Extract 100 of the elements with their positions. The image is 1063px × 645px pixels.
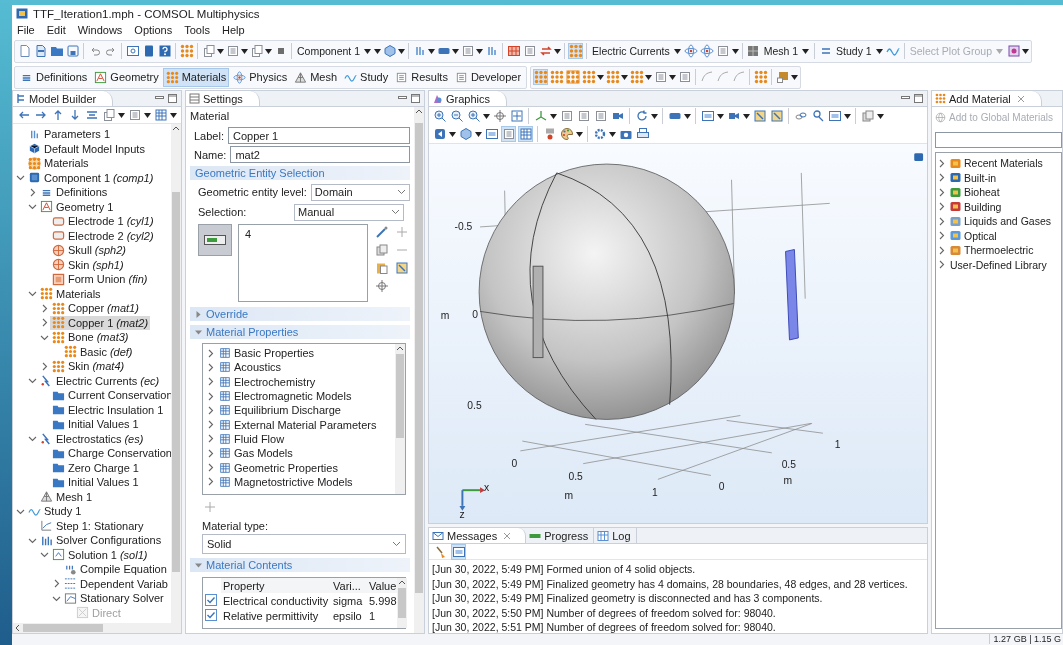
property-group[interactable]: Gas Models [234,447,293,460]
tree-item[interactable]: Bone (mat3) [50,330,131,345]
label-field[interactable]: Copper 1 [228,127,410,144]
axis-label: 1 [834,438,841,450]
ribbon-tab[interactable]: Geometry [91,67,162,87]
column-header[interactable]: Property [221,578,331,593]
library-item[interactable]: Building [964,200,1002,213]
menu-item[interactable]: Tools [183,24,211,36]
library-item[interactable]: Optical [964,229,997,242]
dropdown[interactable]: Manual [294,203,404,221]
property-group[interactable]: Basic Properties [234,347,315,360]
ribbon-tab[interactable]: Definitions [17,67,91,87]
tree-item[interactable]: Materials [38,286,103,301]
menu-item[interactable]: File [16,24,36,36]
tree-item[interactable]: Electric Currents (ec) [38,373,162,388]
library-item[interactable]: User-Defined Library [950,258,1047,271]
tree-item[interactable]: Initial Values 1 [50,475,141,490]
property-group[interactable]: Fluid Flow [234,432,285,445]
panel-tab[interactable]: Messages [429,528,527,543]
tree-item[interactable]: Step 1: Stationary [38,518,146,533]
tree-item[interactable]: Current Conservation [50,388,171,403]
panel-tab[interactable]: Progress [526,528,595,543]
dropdown[interactable]: Solid [202,534,406,554]
column-header[interactable]: Vari... [331,578,367,593]
selection-list[interactable]: 4 [237,224,368,302]
tree-item[interactable]: Compile Equation [62,562,169,577]
axis-label: 0 [718,481,725,493]
tree-item[interactable]: Component 1 (comp1) [26,170,156,185]
name-field[interactable]: mat2 [230,146,410,163]
field-label: Material type: [201,519,270,534]
library-item[interactable]: Built-in [964,171,997,184]
section-header[interactable]: Material Contents [190,558,410,572]
tree-item[interactable]: Skull (sph2) [50,243,129,258]
field-label: Selection: [198,206,248,218]
property-group[interactable]: Equilibrium Discharge [234,404,341,417]
tree-item[interactable]: Form Union (fin) [50,272,150,287]
toolbar-dropdown[interactable]: Component 1 [295,42,374,60]
tree-item[interactable]: Materials [26,156,91,171]
section-title: Material [190,109,231,124]
column-header[interactable]: Value [367,578,397,593]
toolbar-dropdown[interactable]: Mesh 1 [761,42,812,60]
dropdown[interactable]: Domain [310,183,410,201]
log-message: [Jun 30, 2022, 5:49 PM] Formed union of 4 solid objects. [432,562,697,577]
axis-label: 0.5 [467,399,482,411]
tree-item[interactable]: Mesh 1 [38,489,95,504]
library-item[interactable]: Recent Materials [964,157,1043,170]
tree-item[interactable]: Skin (sph1) [50,257,126,272]
field-label: Name: [194,148,227,161]
menu-item[interactable]: Windows [76,24,124,36]
tree-item[interactable]: Geometry 1 [38,199,116,214]
ribbon-tab[interactable]: Study [341,67,392,87]
panel-tab[interactable]: Log [594,528,637,543]
tree-item[interactable]: Initial Values 1 [50,417,141,432]
table-cell-text: Electrical conductivity [222,594,330,607]
property-group[interactable]: Acoustics [234,361,282,374]
tree-item[interactable]: Study 1 [26,504,84,519]
tree-item[interactable]: Copper 1 (mat2) [50,315,151,330]
tree-item[interactable]: Charge Conservation [50,446,171,461]
property-group[interactable]: External Material Parameters [234,418,377,431]
tree-item[interactable]: Zero Charge 1 [50,460,141,475]
table-cell-text: Relative permittivity [222,609,320,622]
tree-item[interactable]: Default Model Inputs [26,141,147,156]
ribbon-tab[interactable]: Mesh [291,67,341,87]
tree-item[interactable]: Electrode 2 (cyl2) [50,228,156,243]
tree-item[interactable]: Skin (mat4) [50,359,127,374]
log-message: [Jun 30, 2022, 5:49 PM] Finalized geometry is disconnected and has 3 components. [432,591,824,606]
menu-item[interactable]: Options [133,24,174,36]
menu-item[interactable]: Edit [45,24,67,36]
library-item[interactable]: Thermoelectric [964,244,1034,257]
ribbon-tab[interactable]: Materials [162,67,230,87]
viewport[interactable]: -0.5 m 0 0.5 1 0 0.5 0.5 m 1 0 m x z [429,143,927,523]
tree-item[interactable]: Dependent Variab [62,576,170,591]
property-group[interactable]: Electromagnetic Models [234,390,352,403]
section-header[interactable]: Geometric Entity Selection [190,166,410,180]
tree-item[interactable]: Solver Configurations [38,533,164,548]
section-header[interactable]: Override [190,307,410,321]
tree-item[interactable]: Electric Insulation 1 [50,402,166,417]
toolbar-dropdown[interactable]: Study 1 [834,42,885,60]
tree-item[interactable]: Definitions [38,185,110,200]
ribbon-tab[interactable]: Developer [451,67,525,87]
section-header[interactable]: Material Properties [190,325,410,339]
tree-item[interactable]: Copper (mat1) [50,301,141,316]
property-group[interactable]: Magnetostrictive Models [234,475,353,488]
library-item[interactable]: Liquids and Gases [964,215,1051,228]
tree-item[interactable]: Electrode 1 (cyl1) [50,214,156,229]
tree-item[interactable]: Stationary Solver [62,591,166,606]
tree-item[interactable]: Solution 1 (sol1) [50,547,150,562]
tree-item[interactable]: Basic (def) [62,344,135,359]
property-group[interactable]: Geometric Properties [234,461,338,474]
tree-item[interactable]: Electrostatics (es) [38,431,146,446]
ribbon-tab[interactable]: Physics [230,67,291,87]
property-group[interactable]: Electrochemistry [234,375,316,388]
tree-item[interactable]: Parameters 1 [26,127,113,142]
toolbar-dropdown[interactable]: Electric Currents [590,42,683,60]
panel-title: Graphics [446,92,491,105]
menu-item[interactable]: Help [220,24,246,36]
list-item[interactable]: 4 [244,228,361,240]
library-item[interactable]: Bioheat [964,186,1000,199]
ribbon-tab[interactable]: Results [392,67,451,87]
axis-label: 0 [511,457,518,469]
